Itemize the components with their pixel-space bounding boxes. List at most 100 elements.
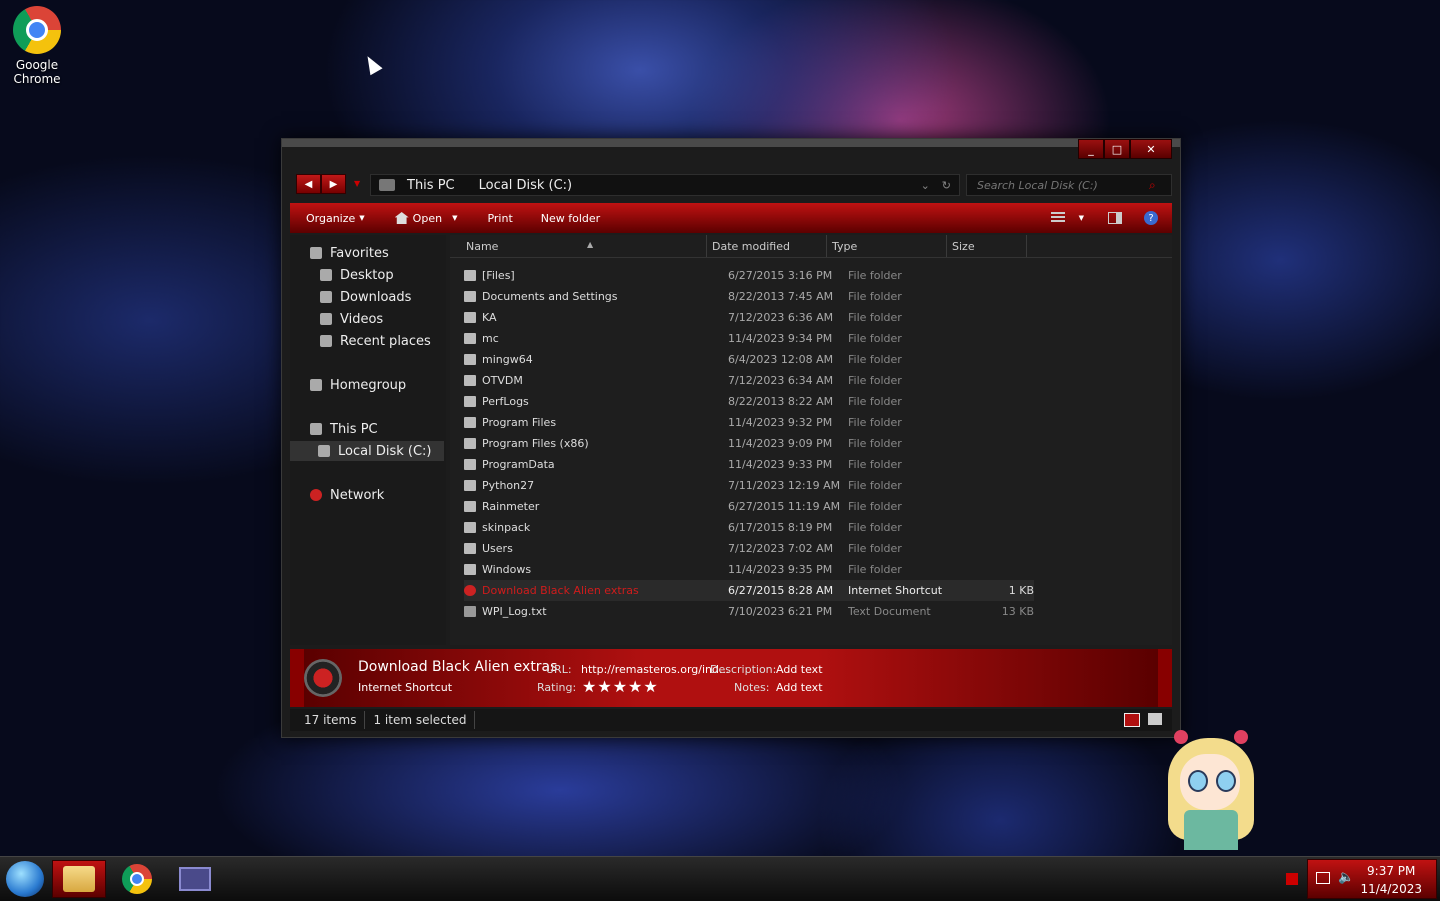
column-type[interactable]: Type bbox=[832, 240, 857, 253]
nav-local-disk[interactable]: Local Disk (C:) bbox=[290, 441, 444, 461]
file-type: Text Document bbox=[848, 605, 931, 618]
file-type: File folder bbox=[848, 374, 902, 387]
search-icon[interactable]: ⌕ bbox=[1149, 178, 1156, 193]
recent-locations-dropdown[interactable]: ▼ bbox=[354, 179, 360, 188]
taskbar-chrome[interactable] bbox=[110, 860, 164, 898]
file-row[interactable]: Rainmeter 6/27/2015 11:19 AM File folder bbox=[464, 496, 1034, 517]
file-date: 11/4/2023 9:09 PM bbox=[728, 437, 833, 450]
recent-places-icon bbox=[320, 335, 332, 347]
file-date: 6/27/2015 8:28 AM bbox=[728, 584, 834, 597]
folder-icon bbox=[464, 564, 476, 575]
title-bar[interactable] bbox=[282, 139, 1180, 147]
desktop-icon-google-chrome[interactable]: Google Chrome bbox=[6, 6, 68, 86]
forward-button[interactable]: ▶ bbox=[321, 174, 346, 194]
file-row[interactable]: Program Files (x86) 11/4/2023 9:09 PM File… bbox=[464, 433, 1034, 454]
nav-videos[interactable]: Videos bbox=[320, 309, 383, 329]
folder-icon bbox=[464, 543, 476, 554]
action-center-icon[interactable] bbox=[1286, 873, 1298, 885]
preview-pane-icon[interactable] bbox=[1108, 212, 1122, 224]
clock[interactable]: 9:37 PM 11/4/2023 bbox=[1360, 862, 1422, 898]
file-date: 8/22/2013 7:45 AM bbox=[728, 290, 834, 303]
folder-icon bbox=[464, 312, 476, 323]
address-bar[interactable]: This PC Local Disk (C:) ⌄ ↻ bbox=[370, 174, 960, 196]
nav-network[interactable]: Network bbox=[310, 485, 384, 505]
file-date: 6/27/2015 11:19 AM bbox=[728, 500, 841, 513]
details-view-icon[interactable] bbox=[1124, 713, 1140, 727]
file-row[interactable]: Download Black Alien extras 6/27/2015 8:2… bbox=[464, 580, 1034, 601]
folder-icon bbox=[464, 270, 476, 281]
breadcrumb-local-disk[interactable]: Local Disk (C:) bbox=[479, 178, 572, 193]
taskbar-file-explorer[interactable] bbox=[52, 860, 106, 898]
drive-icon bbox=[379, 179, 395, 191]
organize-button[interactable]: Organize ▼ bbox=[306, 212, 365, 225]
column-size[interactable]: Size bbox=[952, 240, 975, 253]
open-button[interactable]: Open ▼ bbox=[394, 212, 457, 225]
file-row[interactable]: mc 11/4/2023 9:34 PM File folder bbox=[464, 328, 1034, 349]
file-row[interactable]: WPI_Log.txt 7/10/2023 6:21 PM Text Documen… bbox=[464, 601, 1034, 622]
file-row[interactable]: ProgramData 11/4/2023 9:33 PM File folder bbox=[464, 454, 1034, 475]
file-row[interactable]: skinpack 6/17/2015 8:19 PM File folder bbox=[464, 517, 1034, 538]
view-dropdown-icon[interactable]: ▼ bbox=[1079, 214, 1084, 222]
minimize-button[interactable]: _ bbox=[1078, 139, 1104, 159]
file-date: 11/4/2023 9:34 PM bbox=[728, 332, 833, 345]
organize-label: Organize bbox=[306, 211, 356, 225]
nav-recent-places[interactable]: Recent places bbox=[320, 331, 431, 351]
folder-icon bbox=[464, 375, 476, 386]
file-date: 7/11/2023 12:19 AM bbox=[728, 479, 841, 492]
file-name: ProgramData bbox=[482, 458, 555, 471]
file-row[interactable]: Program Files 11/4/2023 9:32 PM File folde… bbox=[464, 412, 1034, 433]
nav-this-pc[interactable]: This PC bbox=[310, 419, 378, 439]
maximize-button[interactable]: □ bbox=[1104, 139, 1130, 159]
file-row[interactable]: Python27 7/11/2023 12:19 AM File folder bbox=[464, 475, 1034, 496]
volume-icon[interactable]: 🔈 bbox=[1338, 870, 1354, 885]
notes-value[interactable]: Add text bbox=[776, 681, 823, 694]
command-bar: Organize ▼ Open ▼ Print New folder ▼ ? bbox=[290, 203, 1172, 233]
folder-icon bbox=[464, 522, 476, 533]
folder-icon bbox=[464, 396, 476, 407]
file-type: File folder bbox=[848, 311, 902, 324]
nav-downloads[interactable]: Downloads bbox=[320, 287, 411, 307]
text-file-icon bbox=[464, 606, 476, 617]
address-dropdown-icon[interactable]: ⌄ bbox=[921, 179, 930, 192]
refresh-icon[interactable]: ↻ bbox=[942, 179, 951, 192]
new-folder-button[interactable]: New folder bbox=[541, 212, 600, 225]
taskbar-app[interactable] bbox=[168, 860, 222, 898]
mouse-cursor-icon bbox=[361, 52, 383, 76]
file-type: File folder bbox=[848, 500, 902, 513]
file-date: 7/12/2023 6:36 AM bbox=[728, 311, 834, 324]
column-headers: ▲ Name Date modified Type Size bbox=[450, 235, 1172, 258]
file-date: 6/4/2023 12:08 AM bbox=[728, 353, 834, 366]
mascot-image bbox=[1160, 730, 1262, 854]
file-row[interactable]: Windows 11/4/2023 9:35 PM File folder bbox=[464, 559, 1034, 580]
file-row[interactable]: Documents and Settings 8/22/2013 7:45 AM F… bbox=[464, 286, 1034, 307]
large-icons-view-icon[interactable] bbox=[1148, 713, 1162, 725]
description-value[interactable]: Add text bbox=[776, 663, 823, 676]
file-row[interactable]: Users 7/12/2023 7:02 AM File folder bbox=[464, 538, 1034, 559]
breadcrumb-this-pc[interactable]: This PC bbox=[407, 178, 455, 193]
column-name[interactable]: Name bbox=[466, 240, 498, 253]
file-name: Documents and Settings bbox=[482, 290, 618, 303]
file-row[interactable]: [Files] 6/27/2015 3:16 PM File folder bbox=[464, 265, 1034, 286]
nav-favorites[interactable]: Favorites bbox=[310, 243, 389, 263]
rating-stars[interactable]: ★★★★★ bbox=[582, 677, 659, 696]
nav-label: Downloads bbox=[340, 289, 412, 305]
nav-desktop[interactable]: Desktop bbox=[320, 265, 394, 285]
file-row[interactable]: OTVDM 7/12/2023 6:34 AM File folder bbox=[464, 370, 1034, 391]
network-icon[interactable] bbox=[1316, 872, 1330, 884]
nav-homegroup[interactable]: Homegroup bbox=[310, 375, 406, 395]
file-type: File folder bbox=[848, 437, 902, 450]
column-date-modified[interactable]: Date modified bbox=[712, 240, 790, 253]
details-title: Download Black Alien extras bbox=[358, 659, 558, 675]
file-row[interactable]: PerfLogs 8/22/2013 8:22 AM File folder bbox=[464, 391, 1034, 412]
close-button[interactable]: ✕ bbox=[1130, 139, 1172, 159]
nav-label: Desktop bbox=[340, 267, 394, 283]
url-value[interactable]: http://remasteros.org/ind... bbox=[581, 663, 730, 676]
search-input[interactable] bbox=[975, 177, 1149, 193]
start-button[interactable] bbox=[6, 861, 44, 897]
print-button[interactable]: Print bbox=[487, 212, 512, 225]
file-row[interactable]: mingw64 6/4/2023 12:08 AM File folder bbox=[464, 349, 1034, 370]
file-row[interactable]: KA 7/12/2023 6:36 AM File folder bbox=[464, 307, 1034, 328]
back-button[interactable]: ◀ bbox=[296, 174, 321, 194]
help-icon[interactable]: ? bbox=[1144, 211, 1158, 225]
change-view-icon[interactable] bbox=[1050, 212, 1065, 224]
